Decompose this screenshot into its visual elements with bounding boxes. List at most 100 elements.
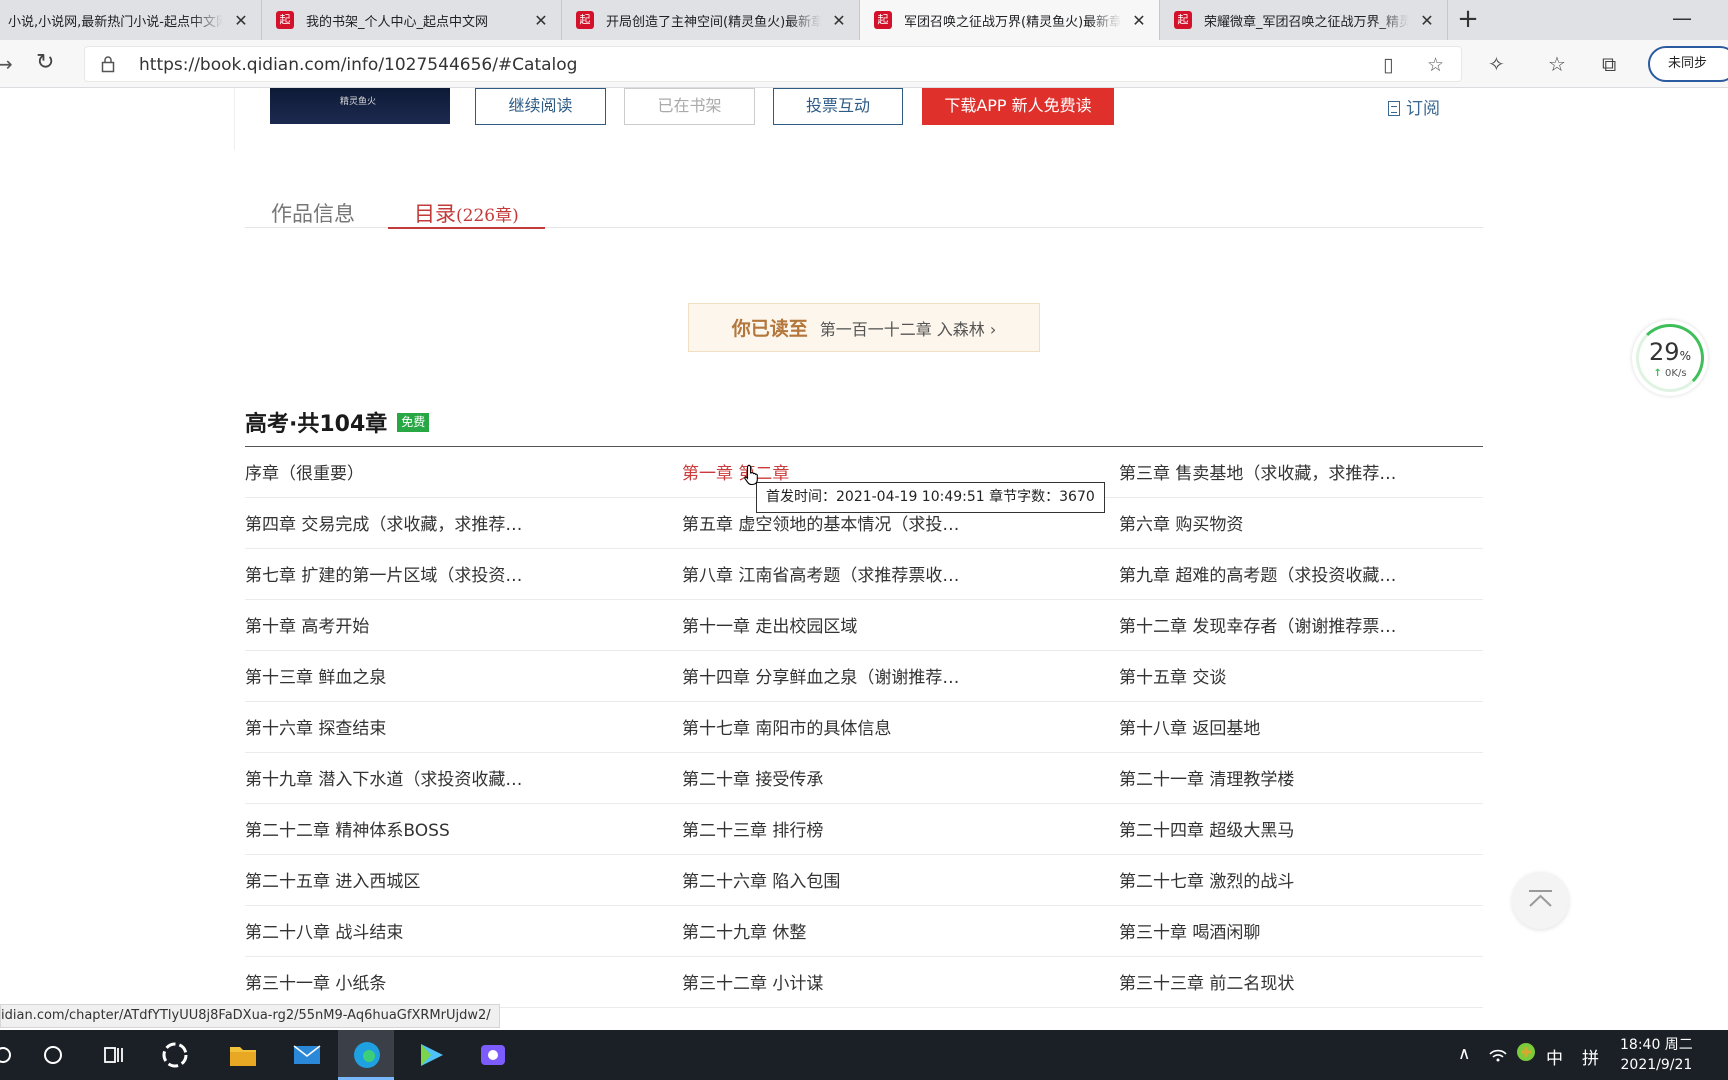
chapter-link[interactable]: 第二十四章 超级大黑马 bbox=[1119, 804, 1483, 854]
chapter-link[interactable]: 第二十九章 休整 bbox=[682, 906, 1119, 956]
tab-book-info[interactable]: 作品信息 bbox=[271, 198, 355, 238]
chapter-link[interactable]: 第二十五章 进入西城区 bbox=[245, 855, 682, 905]
subscribe-link[interactable]: 订阅 bbox=[1388, 94, 1440, 119]
tab-title: 开局创造了主神空间(精灵鱼火)最新章节 bbox=[606, 14, 821, 30]
chapter-link[interactable]: 第二十二章 精神体系BOSS bbox=[245, 804, 682, 854]
system-clock[interactable]: 18:40 周二 2021/9/21 bbox=[1620, 1035, 1693, 1075]
extensions-icon[interactable]: ✧ bbox=[1488, 52, 1505, 76]
clock-time: 18:40 周二 bbox=[1620, 1037, 1693, 1053]
add-favorite-icon[interactable]: ☆ bbox=[1427, 54, 1444, 76]
chapter-link[interactable]: 第十七章 南阳市的具体信息 bbox=[682, 702, 1119, 752]
search-circle-icon bbox=[44, 1046, 62, 1064]
chapter-list: 序章（很重要） 第一章 第二章 第三章 售卖基地（求收藏，求推荐… 第四章 交易完成（… bbox=[245, 447, 1483, 1008]
file-explorer-button[interactable] bbox=[226, 1038, 260, 1072]
chapter-link[interactable]: 序章（很重要） bbox=[245, 447, 682, 497]
tray-expand-icon[interactable]: ∧ bbox=[1458, 1044, 1470, 1064]
tab-catalog[interactable]: 目录(226章) bbox=[388, 198, 545, 229]
reload-icon[interactable]: ↻ bbox=[36, 50, 54, 75]
back-arrow-icon[interactable]: → bbox=[0, 52, 13, 76]
chapter-link[interactable]: 第三十三章 前二名现状 bbox=[1119, 957, 1483, 1007]
window-minimize-button[interactable]: — bbox=[1672, 6, 1692, 30]
back-to-top-icon bbox=[1529, 890, 1552, 907]
browser-tab-1[interactable]: 小说,小说网,最新热门小说-起点中文网 ✕ bbox=[0, 0, 262, 40]
hand-cursor-icon bbox=[744, 464, 758, 486]
chapter-link[interactable]: 第二十六章 陷入包围 bbox=[682, 855, 1119, 905]
new-tab-button[interactable]: + bbox=[1448, 0, 1488, 40]
chapter-link[interactable]: 第二十三章 排行榜 bbox=[682, 804, 1119, 854]
chapter-link[interactable]: 第七章 扩建的第一片区域（求投资… bbox=[245, 549, 682, 599]
chapter-link[interactable]: 第三十二章 小计谋 bbox=[682, 957, 1119, 1007]
tab-close-icon[interactable]: ✕ bbox=[829, 11, 849, 30]
chapter-link[interactable]: 第十二章 发现幸存者（谢谢推荐票… bbox=[1119, 600, 1483, 650]
vote-button[interactable]: 投票互动 bbox=[773, 88, 903, 125]
edge-browser-button[interactable] bbox=[350, 1038, 384, 1072]
chapter-link[interactable]: 第十六章 探查结束 bbox=[245, 702, 682, 752]
chapter-row: 第十九章 潜入下水道（求投资收藏… 第二十章 接受传承 第二十一章 清理教学楼 bbox=[245, 753, 1483, 804]
chapter-link[interactable]: 第十四章 分享鲜血之泉（谢谢推荐… bbox=[682, 651, 1119, 701]
task-view-button[interactable] bbox=[97, 1038, 131, 1072]
on-shelf-button[interactable]: 已在书架 bbox=[624, 88, 755, 125]
edge-icon bbox=[354, 1042, 380, 1068]
chapter-link[interactable]: 第二十章 接受传承 bbox=[682, 753, 1119, 803]
chapter-link[interactable]: 第三十一章 小纸条 bbox=[245, 957, 682, 1007]
chapter-link[interactable]: 第二十七章 激烈的战斗 bbox=[1119, 855, 1483, 905]
browser-tab-2[interactable]: 起 我的书架_个人中心_起点中文网 ✕ bbox=[262, 0, 562, 40]
chapter-link[interactable]: 第三十章 喝酒闲聊 bbox=[1119, 906, 1483, 956]
tab-close-icon[interactable]: ✕ bbox=[231, 11, 251, 30]
favorites-icon[interactable]: ☆ bbox=[1548, 52, 1566, 76]
chapter-count: (226章) bbox=[456, 206, 519, 226]
network-icon[interactable] bbox=[1488, 1044, 1508, 1067]
search-button[interactable] bbox=[36, 1038, 70, 1072]
read-progress-chapter-link[interactable]: 第一百一十二章 入森林 › bbox=[820, 316, 997, 340]
speed-percent: 29 bbox=[1649, 338, 1680, 366]
profile-sync-button[interactable]: 未同步 bbox=[1648, 46, 1728, 82]
book-tabs: 作品信息 目录(226章) bbox=[245, 188, 1483, 229]
chapter-link[interactable]: 第八章 江南省高考题（求推荐票收… bbox=[682, 549, 1119, 599]
chapter-link[interactable]: 第四章 交易完成（求收藏，求推荐… bbox=[245, 498, 682, 548]
browser-tab-5[interactable]: 起 荣耀微章_军团召唤之征战万界_精灵鱼火 ✕ bbox=[1160, 0, 1448, 40]
download-app-button[interactable]: 下载APP 新人免费读 bbox=[922, 88, 1114, 125]
video-app-button[interactable] bbox=[414, 1038, 448, 1072]
chapter-link[interactable]: 第六章 购买物资 bbox=[1119, 498, 1483, 548]
chapter-row: 第十六章 探查结束 第十七章 南阳市的具体信息 第十八章 返回基地 bbox=[245, 702, 1483, 753]
reading-progress-banner[interactable]: 你已读至 第一百一十二章 入森林 › bbox=[688, 303, 1040, 352]
start-button[interactable] bbox=[0, 1038, 20, 1072]
tab-close-icon[interactable]: ✕ bbox=[1417, 11, 1437, 30]
tab-close-icon[interactable]: ✕ bbox=[1129, 11, 1149, 30]
tab-title: 荣耀微章_军团召唤之征战万界_精灵鱼火 bbox=[1204, 14, 1409, 30]
clock-date: 2021/9/21 bbox=[1620, 1057, 1693, 1073]
chapter-link[interactable]: 第三章 售卖基地（求收藏，求推荐… bbox=[1119, 447, 1483, 497]
mail-button[interactable] bbox=[290, 1038, 324, 1072]
chapter-link[interactable]: 第九章 超难的高考题（求投资收藏… bbox=[1119, 549, 1483, 599]
chapter-link[interactable]: 第十五章 交谈 bbox=[1119, 651, 1483, 701]
browser-tab-4-active[interactable]: 起 军团召唤之征战万界(精灵鱼火)最新章节 ✕ bbox=[860, 0, 1160, 40]
qidian-favicon-icon: 起 bbox=[1174, 11, 1192, 29]
app-pinwheel-button[interactable] bbox=[158, 1038, 192, 1072]
shield-plus-icon bbox=[1517, 1043, 1535, 1061]
network-speed-widget[interactable]: 29% ↑ 0K/s bbox=[1632, 320, 1708, 396]
chapter-link[interactable]: 第十八章 返回基地 bbox=[1119, 702, 1483, 752]
url-text[interactable]: https://book.qidian.com/info/1027544656/… bbox=[139, 55, 577, 75]
collections-icon[interactable]: ⧉ bbox=[1602, 52, 1616, 76]
qidian-favicon-icon: 起 bbox=[874, 11, 892, 29]
recorder-app-button[interactable] bbox=[476, 1038, 510, 1072]
chapter-row: 第七章 扩建的第一片区域（求投资… 第八章 江南省高考题（求推荐票收… 第九章 超难… bbox=[245, 549, 1483, 600]
chapter-link[interactable]: 第十章 高考开始 bbox=[245, 600, 682, 650]
continue-reading-button[interactable]: 继续阅读 bbox=[475, 88, 606, 125]
back-to-top-button[interactable] bbox=[1512, 872, 1569, 929]
chapter-link[interactable]: 第二十一章 清理教学楼 bbox=[1119, 753, 1483, 803]
chapter-row: 第十三章 鲜血之泉 第十四章 分享鲜血之泉（谢谢推荐… 第十五章 交谈 bbox=[245, 651, 1483, 702]
reader-mode-icon[interactable]: ▯ bbox=[1383, 54, 1393, 76]
chapter-link[interactable]: 第十三章 鲜血之泉 bbox=[245, 651, 682, 701]
security-tray-icon[interactable] bbox=[1516, 1042, 1536, 1067]
chapter-link[interactable]: 第十一章 走出校园区域 bbox=[682, 600, 1119, 650]
tab-close-icon[interactable]: ✕ bbox=[531, 11, 551, 30]
ime-language-indicator[interactable]: 中 bbox=[1546, 1044, 1563, 1069]
chapter-link[interactable]: 第十九章 潜入下水道（求投资收藏… bbox=[245, 753, 682, 803]
browser-tab-bar: 小说,小说网,最新热门小说-起点中文网 ✕ 起 我的书架_个人中心_起点中文网 … bbox=[0, 0, 1728, 40]
chapter-link[interactable]: 第二十八章 战斗结束 bbox=[245, 906, 682, 956]
pinwheel-app-icon bbox=[162, 1042, 188, 1068]
ime-mode-indicator[interactable]: 拼 bbox=[1582, 1044, 1599, 1069]
address-bar[interactable]: https://book.qidian.com/info/1027544656/… bbox=[84, 46, 1462, 82]
browser-tab-3[interactable]: 起 开局创造了主神空间(精灵鱼火)最新章节 ✕ bbox=[562, 0, 860, 40]
